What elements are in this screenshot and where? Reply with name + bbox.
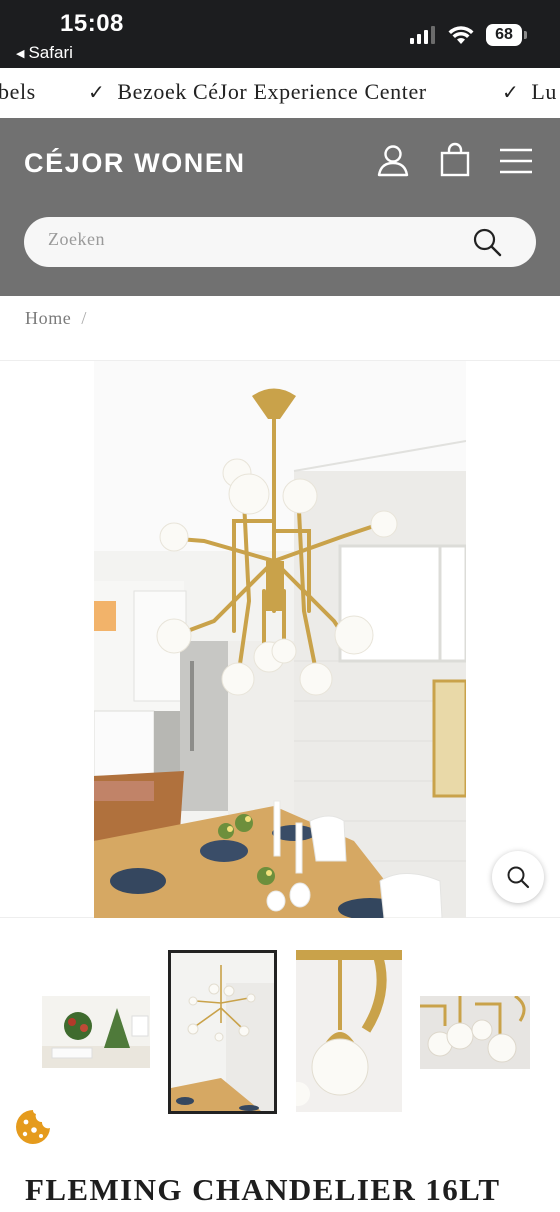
thumbnail-strip (0, 950, 560, 1115)
search-icon[interactable] (472, 227, 502, 257)
dining-room-thumbnail-image (171, 953, 274, 1111)
account-icon[interactable] (375, 142, 411, 178)
site-header: CÉJOR WONEN (0, 118, 560, 296)
announcement-text: bels (0, 79, 36, 104)
check-icon: ✓ (88, 80, 106, 104)
cart-icon[interactable] (437, 142, 473, 178)
announcement-text: Lu (531, 79, 557, 104)
wifi-icon (448, 26, 474, 44)
check-icon: ✓ (502, 80, 520, 104)
living-room-thumbnail-image (42, 996, 150, 1068)
chandelier-closeup-thumbnail-image (420, 996, 530, 1069)
back-arrow-icon: ◀ (16, 47, 25, 60)
back-to-safari[interactable]: ◀ Safari (16, 43, 73, 63)
site-logo[interactable]: CÉJOR WONEN (24, 148, 246, 179)
thumbnail-globe-detail[interactable] (296, 950, 402, 1112)
zoom-button[interactable] (492, 851, 544, 903)
announcement-text: Bezoek CéJor Experience Center (117, 79, 427, 104)
menu-icon[interactable] (498, 142, 534, 178)
thumbnail-chandelier-closeup[interactable] (420, 996, 530, 1069)
cookie-settings-icon[interactable] (14, 1108, 52, 1146)
back-app-label: Safari (28, 43, 73, 62)
search-input[interactable] (48, 229, 448, 250)
breadcrumb-home-link[interactable]: Home (25, 308, 71, 328)
announcement-item: bels (0, 79, 36, 105)
battery-indicator: 68 (486, 24, 527, 46)
breadcrumb: Home / (25, 308, 87, 329)
product-image-gallery (0, 360, 560, 918)
zoom-icon (507, 866, 530, 889)
search-bar (24, 217, 536, 267)
breadcrumb-separator: / (81, 308, 87, 328)
product-title: FLEMING CHANDELIER 16LT (25, 1172, 501, 1207)
status-time: 15:08 (60, 10, 124, 37)
globe-detail-thumbnail-image (296, 950, 402, 1112)
announcement-item[interactable]: ✓ Lu (502, 79, 557, 105)
thumbnail-living-room[interactable] (42, 996, 150, 1068)
status-indicators: 68 (410, 24, 527, 46)
thumbnail-dining-room[interactable] (168, 950, 277, 1114)
announcement-bar: bels ✓ Bezoek CéJor Experience Center ✓ … (0, 68, 560, 118)
announcement-item[interactable]: ✓ Bezoek CéJor Experience Center (88, 79, 427, 105)
ios-status-bar: 15:08 ◀ Safari 68 (0, 0, 560, 68)
product-main-image[interactable] (94, 361, 466, 918)
signal-icon (410, 26, 435, 44)
